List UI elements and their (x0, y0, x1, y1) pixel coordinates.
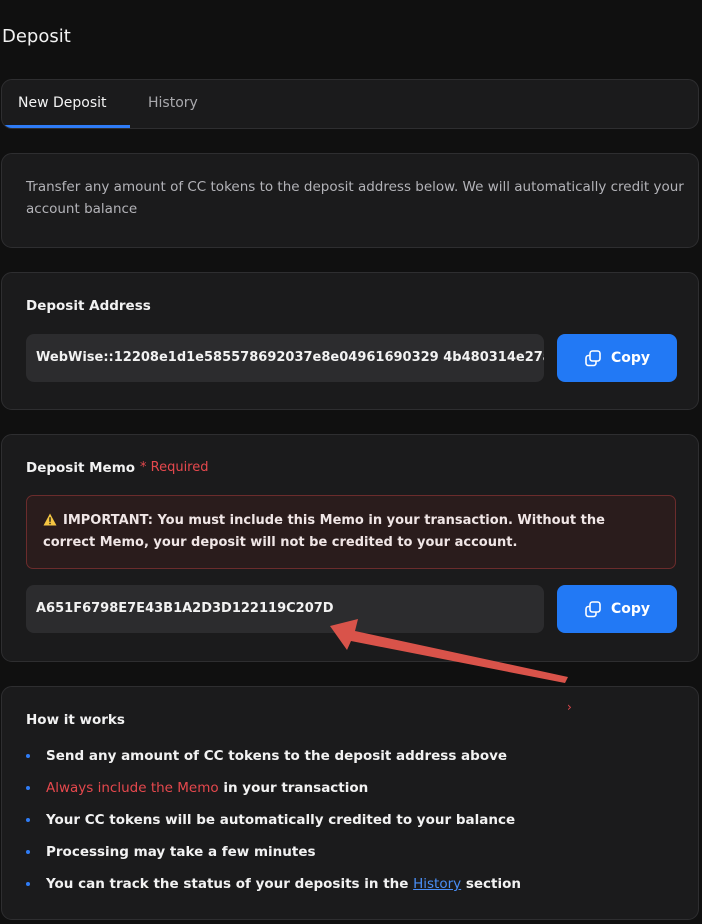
list-item: Processing may take a few minutes (22, 841, 521, 873)
list-item-text: Processing may take a few minutes (46, 844, 316, 860)
intro-card: Transfer any amount of CC tokens to the … (1, 153, 699, 248)
bullet-icon (26, 850, 30, 854)
list-item-text: Your CC tokens will be automatically cre… (46, 812, 516, 828)
deposit-address-card: Deposit Address WebWise::12208e1d1e58557… (1, 272, 699, 410)
list-item: You can track the status of your deposit… (22, 873, 521, 905)
tab-bar: New Deposit History (1, 79, 699, 129)
deposit-address-label: Deposit Address (26, 298, 151, 314)
history-link[interactable]: History (413, 876, 461, 892)
page-title: Deposit (2, 26, 71, 47)
copy-icon (584, 600, 602, 618)
bullet-icon (26, 882, 30, 886)
tab-history[interactable]: History (148, 80, 198, 128)
copy-address-button[interactable]: Copy (557, 334, 677, 382)
memo-highlight: Always include the Memo (46, 780, 219, 796)
tab-new-deposit[interactable]: New Deposit (18, 80, 107, 128)
bullet-icon (26, 786, 30, 790)
copy-memo-button[interactable]: Copy (557, 585, 677, 633)
list-item-text: You can track the status of your deposit… (46, 876, 414, 892)
deposit-page: Deposit New Deposit History Transfer any… (0, 0, 702, 924)
bullet-icon (26, 754, 30, 758)
intro-text: Transfer any amount of CC tokens to the … (26, 179, 684, 217)
chevron-right-icon: › (567, 700, 572, 714)
list-item: Send any amount of CC tokens to the depo… (22, 745, 521, 777)
list-item: Always include the Memo in your transact… (22, 777, 521, 809)
memo-warning: IMPORTANT: You must include this Memo in… (26, 495, 676, 569)
deposit-memo-label: Deposit Memo (26, 460, 136, 476)
deposit-memo-card: Deposit Memo * Required IMPORTANT: You m… (1, 434, 699, 662)
deposit-address-field[interactable]: WebWise::12208e1d1e585578692037e8e049616… (26, 334, 544, 382)
copy-memo-label: Copy (610, 601, 651, 617)
warning-icon (43, 513, 57, 533)
required-marker: * Required (140, 460, 209, 475)
memo-warning-text: IMPORTANT: You must include this Memo in… (43, 513, 605, 550)
how-it-works-list: Send any amount of CC tokens to the depo… (22, 745, 521, 905)
active-tab-indicator (3, 125, 130, 128)
bullet-icon (26, 818, 30, 822)
list-item: Your CC tokens will be automatically cre… (22, 809, 521, 841)
list-item-text: section (461, 876, 522, 892)
list-item-text: Send any amount of CC tokens to the depo… (46, 748, 508, 764)
list-item-text: in your transaction (218, 780, 369, 796)
deposit-memo-field[interactable]: A651F6798E7E43B1A2D3D122119C207D (26, 585, 544, 633)
how-it-works-title: How it works (26, 712, 125, 728)
how-it-works-card: › How it works Send any amount of CC tok… (1, 686, 699, 920)
copy-address-label: Copy (610, 350, 651, 366)
copy-icon (584, 349, 602, 367)
